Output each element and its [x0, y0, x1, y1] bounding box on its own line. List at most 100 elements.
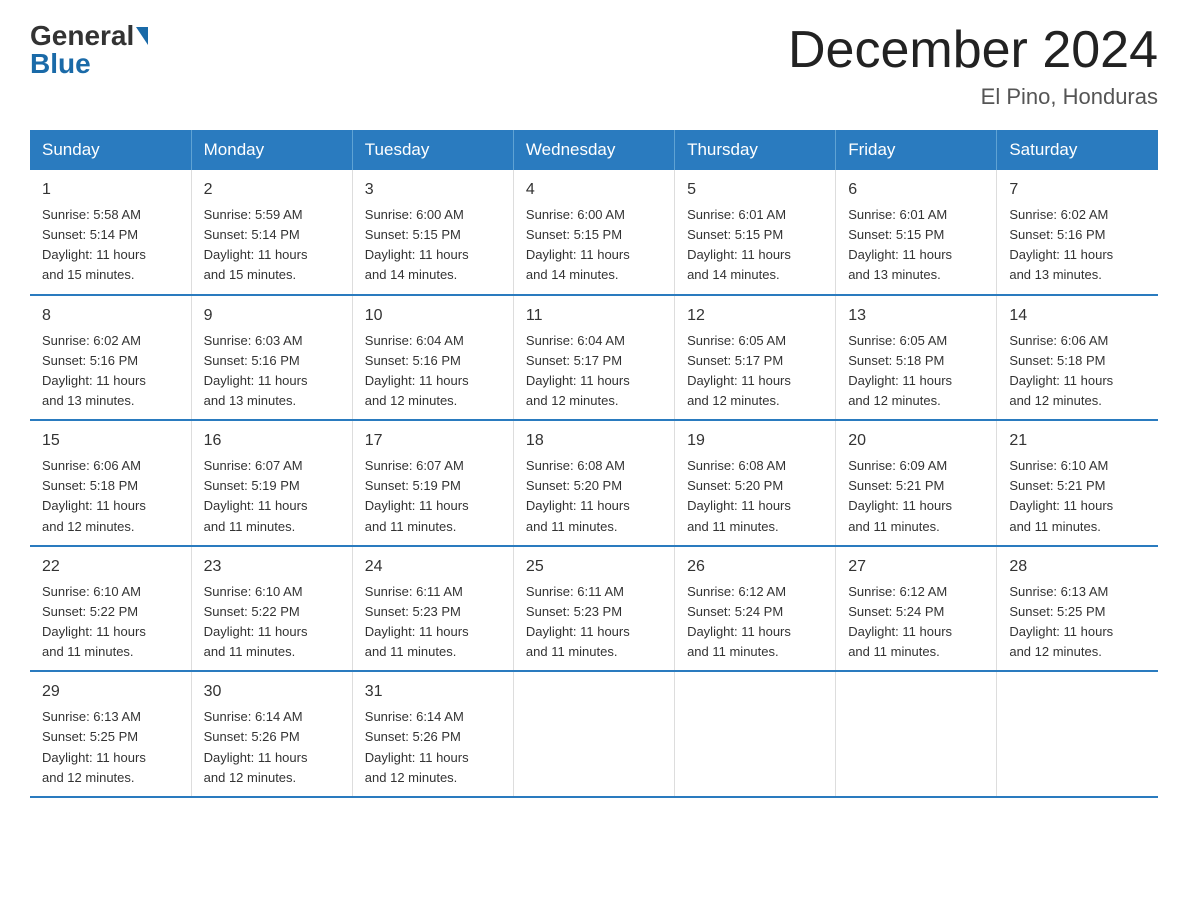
day-number: 19	[687, 429, 823, 453]
calendar-week-row: 29 Sunrise: 6:13 AMSunset: 5:25 PMDayligh…	[30, 671, 1158, 797]
day-info: Sunrise: 6:01 AMSunset: 5:15 PMDaylight:…	[687, 205, 823, 286]
day-number: 15	[42, 429, 179, 453]
day-number: 31	[365, 680, 501, 704]
day-info: Sunrise: 5:59 AMSunset: 5:14 PMDaylight:…	[204, 205, 340, 286]
day-number: 16	[204, 429, 340, 453]
day-info: Sunrise: 6:12 AMSunset: 5:24 PMDaylight:…	[687, 582, 823, 663]
day-number: 4	[526, 178, 662, 202]
month-year-title: December 2024	[788, 20, 1158, 80]
day-number: 29	[42, 680, 179, 704]
calendar-cell: 24Sunrise: 6:11 AMSunset: 5:23 PMDayligh…	[352, 546, 513, 672]
logo-arrow-icon	[136, 27, 148, 45]
calendar-week-row: 1Sunrise: 5:58 AMSunset: 5:14 PMDaylight…	[30, 170, 1158, 295]
day-info: Sunrise: 6:02 AMSunset: 5:16 PMDaylight:…	[1009, 205, 1146, 286]
calendar-cell: 7 Sunrise: 6:02 AMSunset: 5:16 PMDaylight…	[997, 170, 1158, 295]
day-info: Sunrise: 6:13 AMSunset: 5:25 PMDaylight:…	[42, 707, 179, 788]
day-info: Sunrise: 6:10 AMSunset: 5:21 PMDaylight:…	[1009, 456, 1146, 537]
day-info: Sunrise: 6:09 AMSunset: 5:21 PMDaylight:…	[848, 456, 984, 537]
day-info: Sunrise: 6:14 AMSunset: 5:26 PMDaylight:…	[204, 707, 340, 788]
weekday-header-friday: Friday	[836, 130, 997, 170]
calendar-cell: 20 Sunrise: 6:09 AMSunset: 5:21 PMDayligh…	[836, 420, 997, 546]
calendar-cell	[675, 671, 836, 797]
day-number: 17	[365, 429, 501, 453]
day-info: Sunrise: 6:13 AMSunset: 5:25 PMDaylight:…	[1009, 582, 1146, 663]
day-info: Sunrise: 6:00 AMSunset: 5:15 PMDaylight:…	[365, 205, 501, 286]
weekday-header-tuesday: Tuesday	[352, 130, 513, 170]
page-header: General Blue December 2024 El Pino, Hond…	[30, 20, 1158, 110]
calendar-cell	[997, 671, 1158, 797]
day-info: Sunrise: 6:11 AMSunset: 5:23 PMDaylight:…	[526, 582, 662, 663]
day-number: 25	[526, 555, 662, 579]
day-number: 26	[687, 555, 823, 579]
calendar-week-row: 8Sunrise: 6:02 AMSunset: 5:16 PMDaylight…	[30, 295, 1158, 421]
day-number: 13	[848, 304, 984, 328]
day-number: 28	[1009, 555, 1146, 579]
day-number: 7	[1009, 178, 1146, 202]
calendar-cell: 26 Sunrise: 6:12 AMSunset: 5:24 PMDayligh…	[675, 546, 836, 672]
calendar-cell: 27Sunrise: 6:12 AMSunset: 5:24 PMDayligh…	[836, 546, 997, 672]
calendar-cell: 28 Sunrise: 6:13 AMSunset: 5:25 PMDayligh…	[997, 546, 1158, 672]
day-info: Sunrise: 6:04 AMSunset: 5:17 PMDaylight:…	[526, 331, 662, 412]
weekday-header-saturday: Saturday	[997, 130, 1158, 170]
calendar-cell: 9Sunrise: 6:03 AMSunset: 5:16 PMDaylight…	[191, 295, 352, 421]
calendar-body: 1Sunrise: 5:58 AMSunset: 5:14 PMDaylight…	[30, 170, 1158, 797]
weekday-header-thursday: Thursday	[675, 130, 836, 170]
day-info: Sunrise: 6:08 AMSunset: 5:20 PMDaylight:…	[526, 456, 662, 537]
day-info: Sunrise: 6:08 AMSunset: 5:20 PMDaylight:…	[687, 456, 823, 537]
calendar-cell: 12 Sunrise: 6:05 AMSunset: 5:17 PMDayligh…	[675, 295, 836, 421]
day-number: 3	[365, 178, 501, 202]
weekday-header-wednesday: Wednesday	[513, 130, 674, 170]
day-info: Sunrise: 6:01 AMSunset: 5:15 PMDaylight:…	[848, 205, 984, 286]
day-number: 23	[204, 555, 340, 579]
day-info: Sunrise: 6:04 AMSunset: 5:16 PMDaylight:…	[365, 331, 501, 412]
calendar-cell: 2 Sunrise: 5:59 AMSunset: 5:14 PMDaylight…	[191, 170, 352, 295]
weekday-header-row: SundayMondayTuesdayWednesdayThursdayFrid…	[30, 130, 1158, 170]
day-number: 18	[526, 429, 662, 453]
day-number: 14	[1009, 304, 1146, 328]
title-block: December 2024 El Pino, Honduras	[788, 20, 1158, 110]
calendar-cell: 1Sunrise: 5:58 AMSunset: 5:14 PMDaylight…	[30, 170, 191, 295]
calendar-week-row: 22 Sunrise: 6:10 AMSunset: 5:22 PMDayligh…	[30, 546, 1158, 672]
calendar-cell: 14 Sunrise: 6:06 AMSunset: 5:18 PMDayligh…	[997, 295, 1158, 421]
calendar-cell: 16Sunrise: 6:07 AMSunset: 5:19 PMDayligh…	[191, 420, 352, 546]
calendar-cell: 10 Sunrise: 6:04 AMSunset: 5:16 PMDayligh…	[352, 295, 513, 421]
calendar-cell: 11Sunrise: 6:04 AMSunset: 5:17 PMDayligh…	[513, 295, 674, 421]
calendar-cell: 22 Sunrise: 6:10 AMSunset: 5:22 PMDayligh…	[30, 546, 191, 672]
calendar-cell: 21 Sunrise: 6:10 AMSunset: 5:21 PMDayligh…	[997, 420, 1158, 546]
day-number: 22	[42, 555, 179, 579]
calendar-cell: 18 Sunrise: 6:08 AMSunset: 5:20 PMDayligh…	[513, 420, 674, 546]
day-number: 12	[687, 304, 823, 328]
day-info: Sunrise: 6:12 AMSunset: 5:24 PMDaylight:…	[848, 582, 984, 663]
logo-blue-text: Blue	[30, 48, 91, 80]
weekday-header-monday: Monday	[191, 130, 352, 170]
day-info: Sunrise: 6:06 AMSunset: 5:18 PMDaylight:…	[42, 456, 179, 537]
day-info: Sunrise: 6:05 AMSunset: 5:17 PMDaylight:…	[687, 331, 823, 412]
calendar-header: SundayMondayTuesdayWednesdayThursdayFrid…	[30, 130, 1158, 170]
calendar-cell: 13 Sunrise: 6:05 AMSunset: 5:18 PMDayligh…	[836, 295, 997, 421]
logo: General Blue	[30, 20, 148, 80]
calendar-cell: 5 Sunrise: 6:01 AMSunset: 5:15 PMDaylight…	[675, 170, 836, 295]
day-number: 10	[365, 304, 501, 328]
day-number: 8	[42, 304, 179, 328]
day-number: 21	[1009, 429, 1146, 453]
day-info: Sunrise: 6:10 AMSunset: 5:22 PMDaylight:…	[42, 582, 179, 663]
calendar-cell	[513, 671, 674, 797]
day-number: 1	[42, 178, 179, 202]
day-number: 5	[687, 178, 823, 202]
day-info: Sunrise: 6:03 AMSunset: 5:16 PMDaylight:…	[204, 331, 340, 412]
calendar-cell: 15 Sunrise: 6:06 AMSunset: 5:18 PMDayligh…	[30, 420, 191, 546]
calendar-cell: 8Sunrise: 6:02 AMSunset: 5:16 PMDaylight…	[30, 295, 191, 421]
day-number: 24	[365, 555, 501, 579]
calendar-cell: 19 Sunrise: 6:08 AMSunset: 5:20 PMDayligh…	[675, 420, 836, 546]
day-number: 20	[848, 429, 984, 453]
day-number: 6	[848, 178, 984, 202]
calendar-cell: 17Sunrise: 6:07 AMSunset: 5:19 PMDayligh…	[352, 420, 513, 546]
day-number: 2	[204, 178, 340, 202]
day-info: Sunrise: 6:05 AMSunset: 5:18 PMDaylight:…	[848, 331, 984, 412]
calendar-cell: 6 Sunrise: 6:01 AMSunset: 5:15 PMDaylight…	[836, 170, 997, 295]
weekday-header-sunday: Sunday	[30, 130, 191, 170]
calendar-cell	[836, 671, 997, 797]
calendar-cell: 4Sunrise: 6:00 AMSunset: 5:15 PMDaylight…	[513, 170, 674, 295]
calendar-cell: 25 Sunrise: 6:11 AMSunset: 5:23 PMDayligh…	[513, 546, 674, 672]
day-info: Sunrise: 6:06 AMSunset: 5:18 PMDaylight:…	[1009, 331, 1146, 412]
